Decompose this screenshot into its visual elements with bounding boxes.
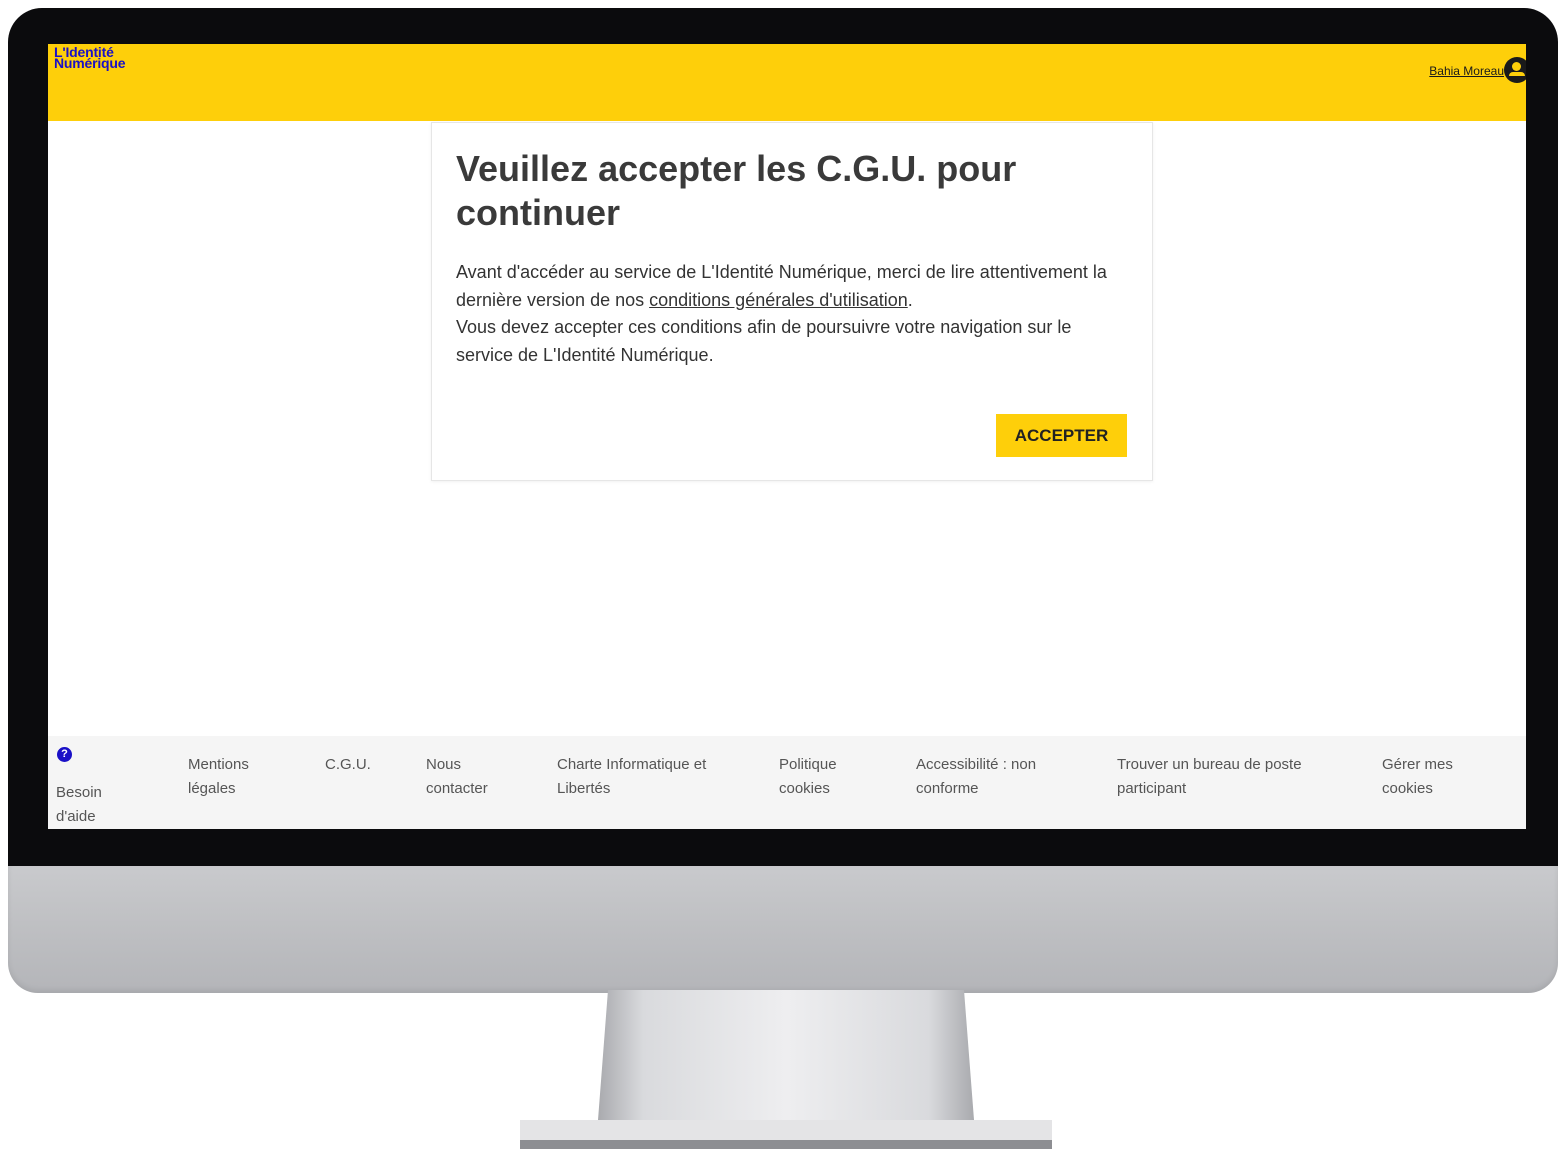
cgu-link[interactable]: conditions générales d'utilisation	[649, 290, 908, 310]
dialog-text: Avant d'accéder au service de L'Identité…	[456, 259, 1116, 369]
footer-link-cgu[interactable]: C.G.U.	[325, 753, 395, 777]
accept-button[interactable]: ACCEPTER	[996, 414, 1127, 457]
cgu-dialog: Veuillez accepter les C.G.U. pour contin…	[431, 122, 1153, 481]
footer: ? Besoin d'aide Mentions légales C.G.U. …	[48, 736, 1526, 829]
header-bar: L'Identité Numérique Bahia Moreau	[48, 44, 1526, 121]
monitor-mockup: L'Identité Numérique Bahia Moreau Veuill…	[0, 0, 1558, 1157]
footer-link-nous-contacter[interactable]: Nous contacter	[426, 753, 516, 801]
monitor-stand	[520, 990, 1052, 1155]
monitor-chin	[8, 866, 1558, 993]
footer-link-accessibilite[interactable]: Accessibilité : non conforme	[916, 753, 1076, 801]
user-account-icon[interactable]	[1504, 57, 1526, 83]
dialog-text-period: .	[907, 289, 913, 310]
logo-line-2: Numérique	[54, 55, 126, 71]
dialog-title: Veuillez accepter les C.G.U. pour contin…	[456, 148, 1017, 233]
dialog-text-instruction: Vous devez accepter ces conditions afin …	[456, 317, 1072, 365]
footer-link-politique-cookies[interactable]: Politique cookies	[779, 753, 879, 801]
help-icon[interactable]: ?	[57, 747, 72, 762]
site-logo[interactable]: L'Identité Numérique	[54, 45, 126, 71]
footer-link-charte-informatique[interactable]: Charte Informatique et Libertés	[557, 753, 737, 801]
user-name-link[interactable]: Bahia Moreau	[1429, 64, 1504, 78]
footer-link-bureau-de-poste[interactable]: Trouver un bureau de poste participant	[1117, 753, 1307, 801]
footer-link-mentions-legales[interactable]: Mentions légales	[188, 753, 288, 801]
help-link[interactable]: Besoin d'aide	[56, 781, 126, 829]
browser-screen: L'Identité Numérique Bahia Moreau Veuill…	[48, 44, 1526, 829]
footer-link-gerer-cookies[interactable]: Gérer mes cookies	[1382, 753, 1482, 801]
